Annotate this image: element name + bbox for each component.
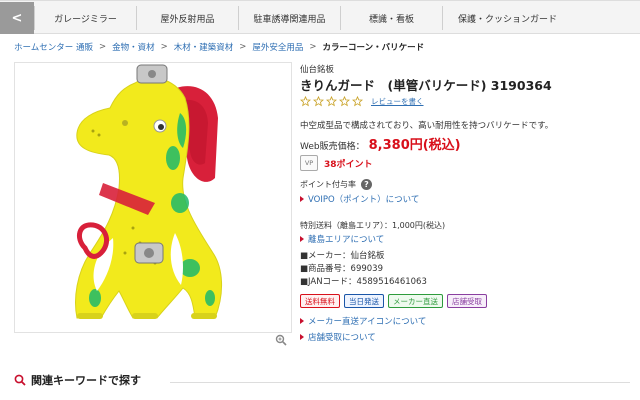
point-rate-label: ポイント付与率 [300, 180, 356, 189]
breadcrumb-separator: > [160, 42, 168, 52]
related-keywords-header: 関連キーワードで探す [14, 372, 141, 388]
badge-same-day: 当日発送 [344, 294, 384, 308]
spec-maker: ■メーカー：仙台銘板 [300, 251, 385, 261]
price-value: 8,380円(税込) [368, 138, 461, 153]
star-outline-icon [313, 96, 324, 107]
giraffe-barricade-illustration [75, 64, 223, 319]
product-description: 中空成型品で構成されており、高い耐用性を持つバリケードです。 [300, 121, 554, 131]
points-row: VP 38ポイント [300, 155, 373, 171]
points-value: 38ポイント [324, 159, 373, 170]
price-label: Web販売価格： [300, 142, 365, 152]
breadcrumb-separator: > [98, 42, 107, 52]
remote-area-link[interactable]: 離島エリアについて [308, 233, 384, 245]
category-tab-garage-mirror[interactable]: ガレージミラー [34, 6, 136, 30]
triangle-right-icon [300, 318, 304, 324]
product-image[interactable] [14, 62, 292, 333]
category-tab-bar: < ガレージミラー 屋外反射用品 駐車誘導関連用品 標識・看板 保護・クッション… [0, 0, 640, 34]
breadcrumb-link-outdoor-safety[interactable]: 屋外安全用品 [252, 41, 303, 53]
store-pickup-link[interactable]: 店舗受取について [308, 331, 376, 343]
star-outline-icon [326, 96, 337, 107]
breadcrumb-separator: > [309, 42, 317, 52]
badge-free-shipping: 送料無料 [300, 294, 340, 308]
product-title: きりんガード (単管バリケード) 3190364 [300, 78, 552, 93]
category-tab-signs[interactable]: 標識・看板 [340, 6, 442, 30]
remote-area-link-row: 離島エリアについて [300, 233, 384, 245]
breadcrumb-separator: > [239, 42, 247, 52]
store-pickup-link-row: 店舗受取について [300, 331, 376, 343]
breadcrumb-link-home[interactable]: ホームセンター 通販 [14, 41, 93, 53]
write-review-link[interactable]: レビューを書く [371, 96, 424, 107]
divider [170, 382, 630, 383]
badge-list: 送料無料 当日発送 メーカー直送 店舗受取 [300, 294, 491, 308]
maker-icon-link-row: メーカー直送アイコンについて [300, 315, 426, 327]
star-outline-icon [352, 96, 363, 107]
maker-icon-link[interactable]: メーカー直送アイコンについて [308, 315, 426, 327]
badge-store-pickup: 店舗受取 [447, 294, 487, 308]
star-outline-icon [339, 96, 350, 107]
spec-jan-code: ■JANコード：4589516461063 [300, 277, 427, 287]
rating-stars: レビューを書く [300, 96, 424, 107]
category-tab-cushion-guard[interactable]: 保護・クッションガード [442, 6, 572, 30]
triangle-right-icon [300, 236, 304, 242]
badge-maker-direct: メーカー直送 [388, 294, 443, 308]
search-icon [14, 374, 26, 386]
voipo-link-row: VOIPO（ポイント）について [300, 193, 419, 205]
star-outline-icon [300, 96, 311, 107]
triangle-right-icon [300, 334, 304, 340]
vp-point-icon: VP [300, 155, 318, 171]
product-brand[interactable]: 仙台銘板 [300, 63, 334, 75]
magnifier-zoom-icon[interactable] [275, 334, 287, 346]
breadcrumb: ホームセンター 通販 > 金物・資材 > 木材・建築資材 > 屋外安全用品 > … [14, 40, 424, 54]
breadcrumb-link-lumber[interactable]: 木材・建築資材 [174, 41, 234, 53]
price-row: Web販売価格： 8,380円(税込) [300, 134, 461, 153]
breadcrumb-current: カラーコーン・バリケード [322, 43, 425, 53]
category-tab-outdoor-reflector[interactable]: 屋外反射用品 [136, 6, 238, 30]
related-keywords-title: 関連キーワードで探す [31, 374, 141, 387]
help-icon[interactable]: ? [361, 179, 372, 190]
shipping-fee: 特別送料（離島エリア）：1,000円(税込) [300, 221, 446, 230]
triangle-right-icon [300, 196, 304, 202]
category-prev-arrow[interactable]: < [0, 2, 34, 34]
voipo-link[interactable]: VOIPO（ポイント）について [308, 193, 419, 205]
spec-item-number: ■商品番号：699039 [300, 264, 383, 274]
breadcrumb-link-hardware[interactable]: 金物・資材 [112, 41, 155, 53]
point-rate-row: ポイント付与率 ? [300, 179, 372, 190]
category-tab-parking-guide[interactable]: 駐車誘導関連用品 [238, 6, 340, 30]
